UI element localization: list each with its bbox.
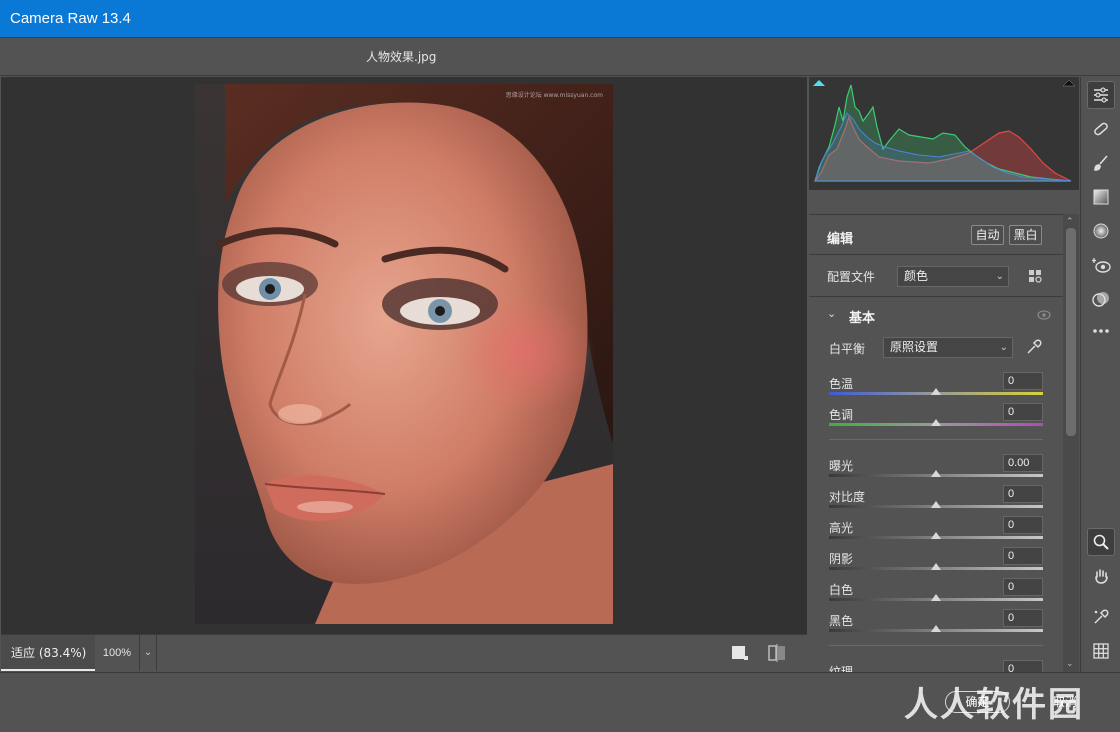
slider-value-field[interactable]: 0 <box>1003 578 1043 596</box>
chevron-down-icon: ⌄ <box>999 342 1008 353</box>
profile-row: 配置文件 颜色 ⌄ <box>809 254 1063 294</box>
slider-row: 曝光 0.00 <box>809 454 1063 488</box>
slider-label: 对比度 <box>829 490 866 504</box>
profile-value: 颜色 <box>904 269 929 283</box>
brush-icon[interactable] <box>1087 149 1115 177</box>
chevron-down-icon[interactable]: ⌄ <box>827 307 836 320</box>
slider-label: 白色 <box>829 583 854 597</box>
profile-select[interactable]: 颜色 ⌄ <box>897 266 1009 287</box>
slider-thumb[interactable] <box>931 388 941 395</box>
slider-row: 色温 0 <box>809 372 1063 406</box>
gradient-icon[interactable] <box>1087 183 1115 211</box>
zoom-icon[interactable] <box>1087 528 1115 556</box>
chevron-down-icon: ⌄ <box>143 647 153 658</box>
edit-title: 编辑 <box>827 231 854 246</box>
slider-value-field[interactable]: 0 <box>1003 485 1043 503</box>
tool-rail <box>1080 77 1120 672</box>
slider-thumb[interactable] <box>931 419 941 426</box>
profile-browser-icon[interactable] <box>1028 269 1043 284</box>
single-view-corner <box>744 656 748 660</box>
slider-label: 阴影 <box>829 552 854 566</box>
visibility-eye-icon[interactable] <box>1037 310 1051 320</box>
presets-icon[interactable] <box>1087 285 1115 313</box>
slider-thumb[interactable] <box>931 625 941 632</box>
slider-value-field[interactable]: 0 <box>1003 609 1043 627</box>
slider-value-field[interactable]: 0 <box>1003 516 1043 534</box>
zoom-bar: 适应 (83.4%) 100% ⌄ <box>1 634 807 671</box>
compare-view-icon[interactable] <box>767 644 787 662</box>
image-canvas[interactable]: 思缘设计论坛 www.missyuan.com <box>1 77 807 634</box>
slider-label: 高光 <box>829 521 854 535</box>
slider-row: 高光 0 <box>809 516 1063 550</box>
healing-icon[interactable] <box>1087 115 1115 143</box>
file-name: 人物效果.jpg <box>366 50 437 64</box>
eyedropper-icon[interactable] <box>1025 338 1043 356</box>
ok-button[interactable]: 确定 <box>945 691 1010 713</box>
chevron-down-icon: ⌄ <box>995 271 1004 282</box>
cancel-button[interactable]: 取消 <box>1040 691 1090 713</box>
slider-value-field[interactable]: 0 <box>1003 660 1043 672</box>
window-title: Camera Raw 13.4 <box>0 0 1120 37</box>
slider-thumb[interactable] <box>931 532 941 539</box>
slider-row: 纹理 0 <box>809 660 1063 672</box>
slider-row: 黑色 0 <box>809 609 1063 643</box>
slider-thumb[interactable] <box>931 594 941 601</box>
slider-label: 色调 <box>829 408 854 422</box>
radial-icon[interactable] <box>1087 217 1115 245</box>
histogram <box>809 77 1079 190</box>
sliders-icon[interactable] <box>1087 81 1115 109</box>
slider-label: 黑色 <box>829 614 854 628</box>
section-divider <box>829 439 1043 440</box>
grid-icon[interactable] <box>1087 637 1115 665</box>
slider-thumb[interactable] <box>931 470 941 477</box>
scroll-up-icon[interactable]: ⌃ <box>1066 216 1074 227</box>
white-balance-value: 原照设置 <box>890 340 939 354</box>
slider-row: 阴影 0 <box>809 547 1063 581</box>
hand-icon[interactable] <box>1087 562 1115 590</box>
slider-thumb[interactable] <box>931 501 941 508</box>
zoom-fit-button[interactable]: 适应 (83.4%) <box>1 635 95 671</box>
black-white-button[interactable]: 黑白 <box>1009 225 1042 245</box>
profile-label: 配置文件 <box>827 270 876 284</box>
slider-value-field[interactable]: 0 <box>1003 403 1043 421</box>
slider-thumb[interactable] <box>931 563 941 570</box>
slider-label: 纹理 <box>829 665 854 672</box>
basic-section: ⌄ 基本 白平衡 原照设置 ⌄ 色温 0 色调 0 曝光 0.00 对比度 0 高光 0 阴影 0 白色… <box>809 296 1063 672</box>
redeye-icon[interactable] <box>1087 251 1115 279</box>
section-divider <box>829 645 1043 646</box>
file-bar: 人物效果.jpg <box>0 37 1120 76</box>
slider-value-field[interactable]: 0 <box>1003 547 1043 565</box>
zoom-100-button[interactable]: 100% <box>95 635 139 671</box>
dialog-footer: 确定 取消 人人软件园 <box>0 672 1120 732</box>
slider-label: 色温 <box>829 377 854 391</box>
edit-panel: 编辑 自动 黑白 配置文件 颜色 ⌄ ⌄ 基本 白平衡 原照设置 ⌄ 色温 0 色调… <box>809 214 1063 672</box>
scroll-down-icon[interactable]: ⌄ <box>1066 658 1074 669</box>
highlight-clipping-icon <box>1062 79 1076 87</box>
white-balance-select[interactable]: 原照设置 ⌄ <box>883 337 1013 358</box>
shadow-clipping-icon <box>813 80 825 86</box>
slider-row: 色调 0 <box>809 403 1063 437</box>
panel-scrollbar[interactable]: ⌃ ⌄ <box>1063 214 1079 672</box>
white-balance-label: 白平衡 <box>829 342 866 356</box>
portrait-photo[interactable]: 思缘设计论坛 www.missyuan.com <box>195 84 613 624</box>
portrait-image <box>195 84 613 624</box>
slider-value-field[interactable]: 0.00 <box>1003 454 1043 472</box>
eyedropper-icon[interactable] <box>1087 603 1115 631</box>
zoom-dropdown[interactable]: ⌄ <box>139 635 157 671</box>
basic-title[interactable]: 基本 <box>849 307 875 326</box>
edit-header: 编辑 自动 黑白 <box>809 214 1063 252</box>
slider-value-field[interactable]: 0 <box>1003 372 1043 390</box>
photo-watermark: 思缘设计论坛 www.missyuan.com <box>505 92 603 99</box>
histogram-separator <box>809 190 1079 214</box>
auto-button[interactable]: 自动 <box>971 225 1004 245</box>
more-icon[interactable] <box>1087 317 1115 345</box>
slider-row: 白色 0 <box>809 578 1063 612</box>
slider-label: 曝光 <box>829 459 854 473</box>
slider-row: 对比度 0 <box>809 485 1063 519</box>
scroll-thumb[interactable] <box>1066 228 1076 436</box>
histogram-graph <box>813 79 1076 182</box>
